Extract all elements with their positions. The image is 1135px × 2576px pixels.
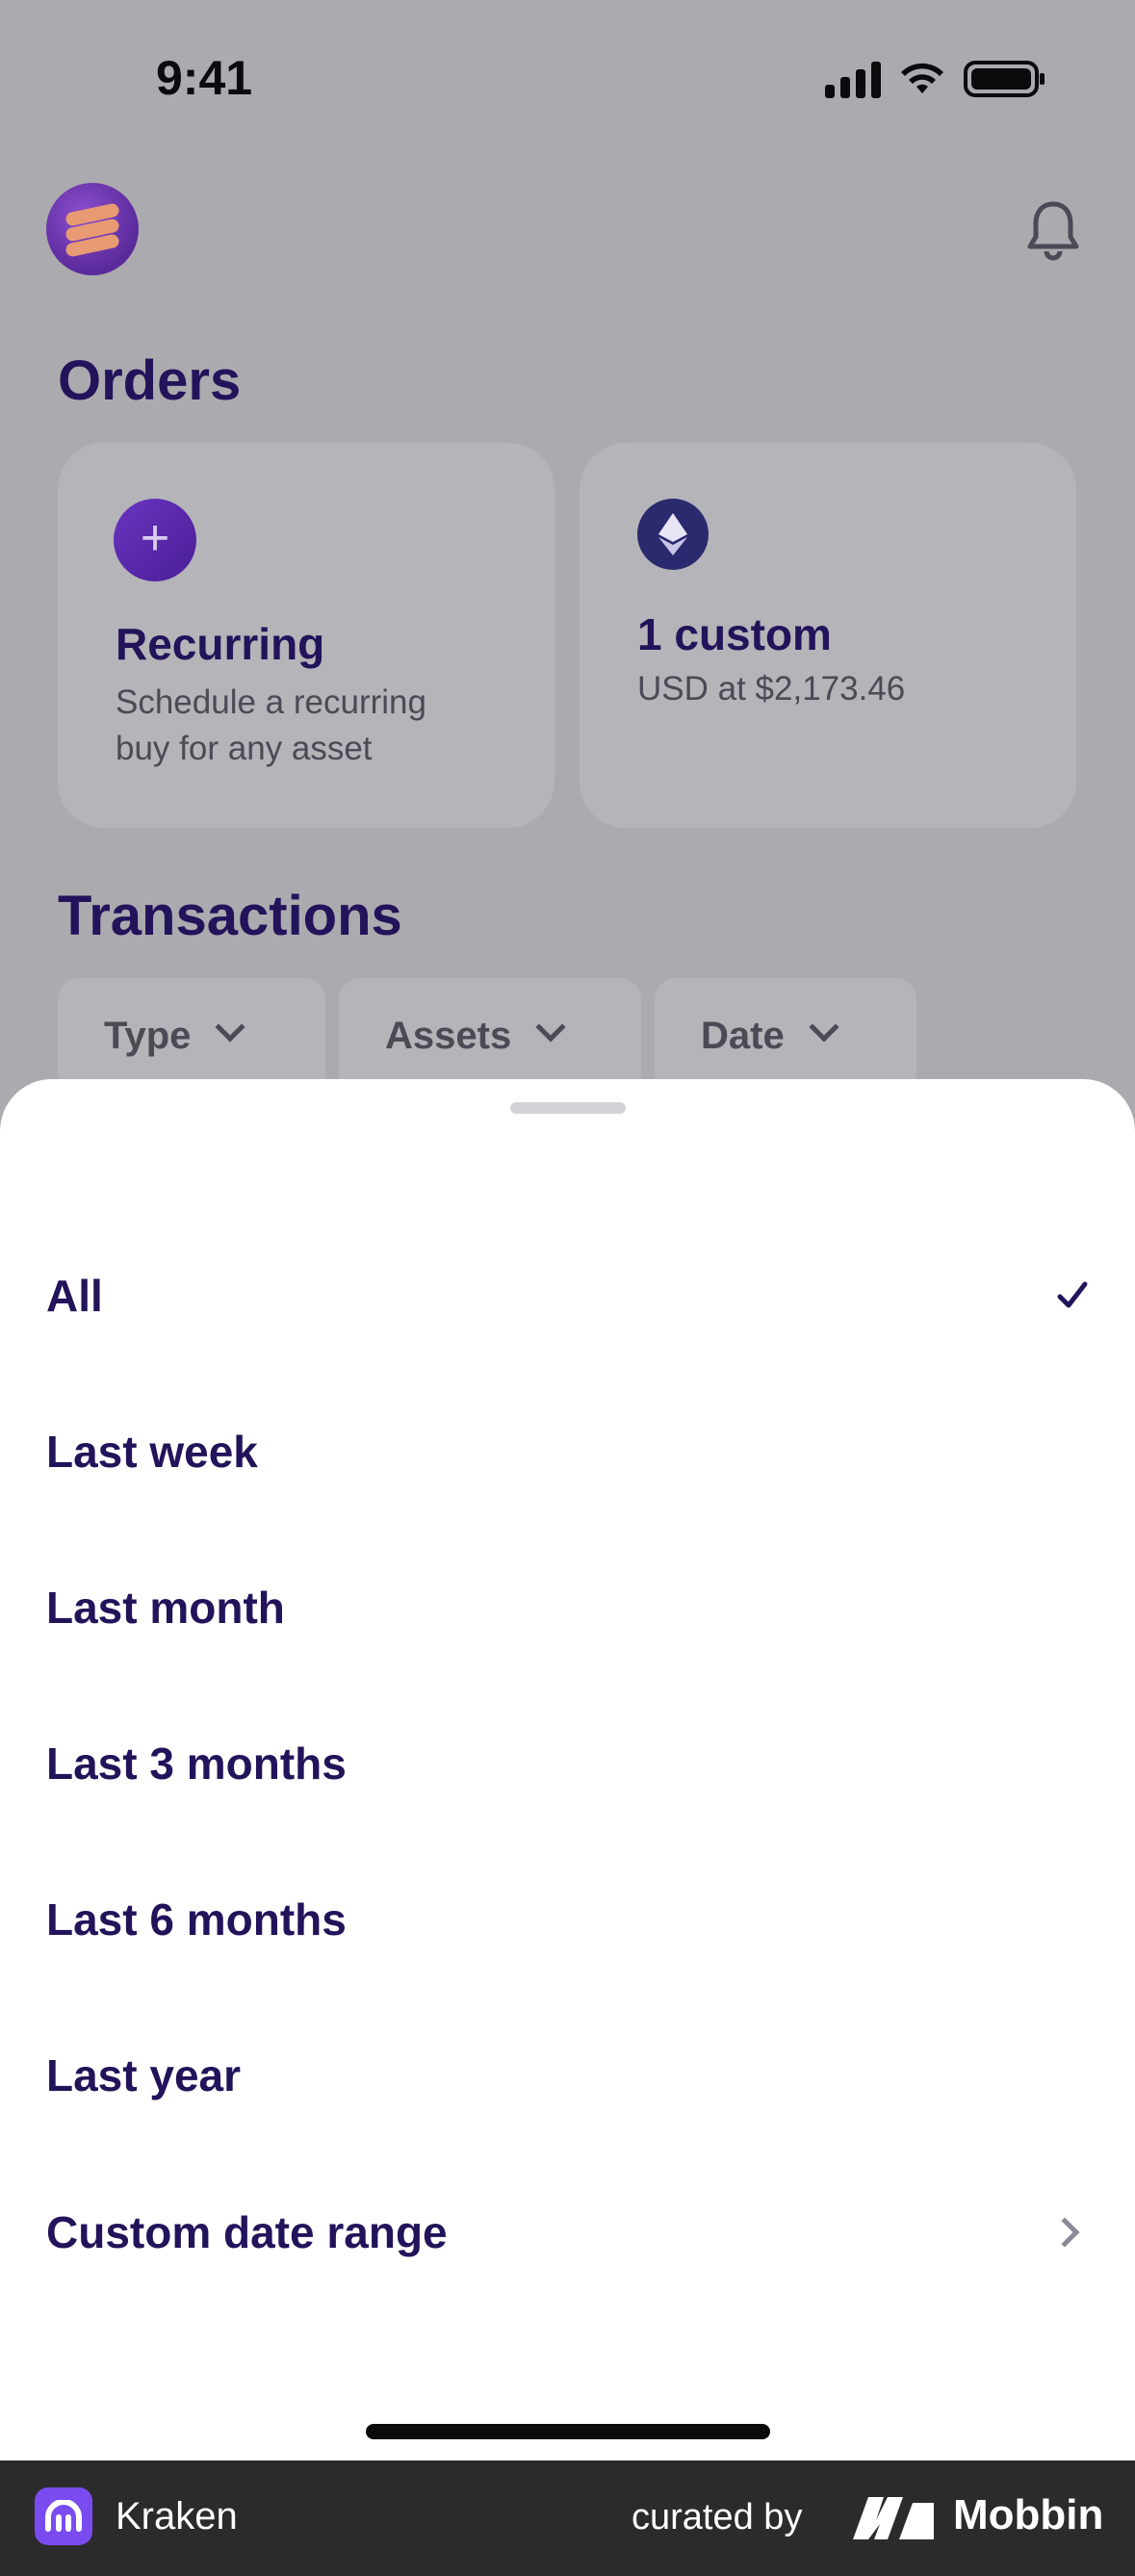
filter-assets[interactable]: Assets <box>339 978 641 1094</box>
option-custom-date-range[interactable]: Custom date range <box>46 2179 1089 2285</box>
curated-by-label: curated by <box>632 2497 803 2537</box>
status-icons <box>825 60 1045 98</box>
battery-icon <box>964 61 1045 97</box>
option-label: Last month <box>46 1583 285 1633</box>
option-last-6-months[interactable]: Last 6 months <box>46 1867 1089 1972</box>
option-last-year[interactable]: Last year <box>46 2022 1089 2128</box>
option-label: Last 6 months <box>46 1894 347 1945</box>
checkmark-icon <box>1057 1281 1088 1308</box>
card-subtitle: buy for any asset <box>116 730 373 767</box>
app-name: Kraken <box>116 2495 238 2537</box>
chevron-down-icon <box>215 1012 245 1043</box>
status-time: 9:41 <box>156 51 253 105</box>
chevron-down-icon <box>809 1012 839 1043</box>
card-subtitle: USD at $2,173.46 <box>637 670 906 708</box>
footer-bar: Kraken curated by Mobbin <box>0 2460 1135 2576</box>
chevron-right-icon <box>1049 2217 1080 2248</box>
filter-label: Type <box>104 1015 192 1057</box>
app-screen: 9:41 Orders + Recurring Schedule a recur… <box>0 0 1135 2460</box>
plus-icon: + <box>114 499 196 581</box>
bell-icon[interactable] <box>1024 198 1082 262</box>
option-all[interactable]: All <box>46 1243 1089 1349</box>
sheet-grabber[interactable] <box>510 1102 626 1114</box>
filter-date[interactable]: Date <box>655 978 916 1094</box>
signal-icon <box>825 60 881 98</box>
option-last-week[interactable]: Last week <box>46 1399 1089 1505</box>
filter-label: Assets <box>385 1015 512 1057</box>
option-last-month[interactable]: Last month <box>46 1555 1089 1661</box>
avatar[interactable] <box>46 183 139 275</box>
option-label: Last 3 months <box>46 1739 347 1789</box>
filter-label: Date <box>701 1015 785 1057</box>
option-label: Custom date range <box>46 2207 448 2257</box>
transaction-filters: Type Assets Date <box>58 978 916 1094</box>
option-label: Last week <box>46 1427 258 1477</box>
date-filter-sheet: All Last week Last month Last 3 months L… <box>0 1079 1135 2460</box>
home-indicator[interactable] <box>366 2424 770 2439</box>
mobbin-logo-icon <box>853 2497 934 2539</box>
kraken-logo-icon <box>35 2487 92 2545</box>
filter-type[interactable]: Type <box>58 978 325 1094</box>
custom-order-card[interactable]: 1 custom USD at $2,173.46 <box>580 443 1076 828</box>
wifi-icon <box>901 63 943 93</box>
mobbin-brand: Mobbin <box>953 2491 1104 2538</box>
option-label: Last year <box>46 2050 242 2100</box>
ethereum-icon <box>637 499 709 570</box>
orders-title: Orders <box>58 349 242 412</box>
recurring-order-card[interactable]: + Recurring Schedule a recurring buy for… <box>58 443 555 828</box>
transactions-title: Transactions <box>58 885 402 947</box>
card-title: 1 custom <box>637 609 832 659</box>
card-subtitle: Schedule a recurring <box>116 683 426 721</box>
option-label: All <box>46 1271 103 1321</box>
option-last-3-months[interactable]: Last 3 months <box>46 1711 1089 1816</box>
card-title: Recurring <box>116 619 325 669</box>
chevron-down-icon <box>535 1012 566 1043</box>
